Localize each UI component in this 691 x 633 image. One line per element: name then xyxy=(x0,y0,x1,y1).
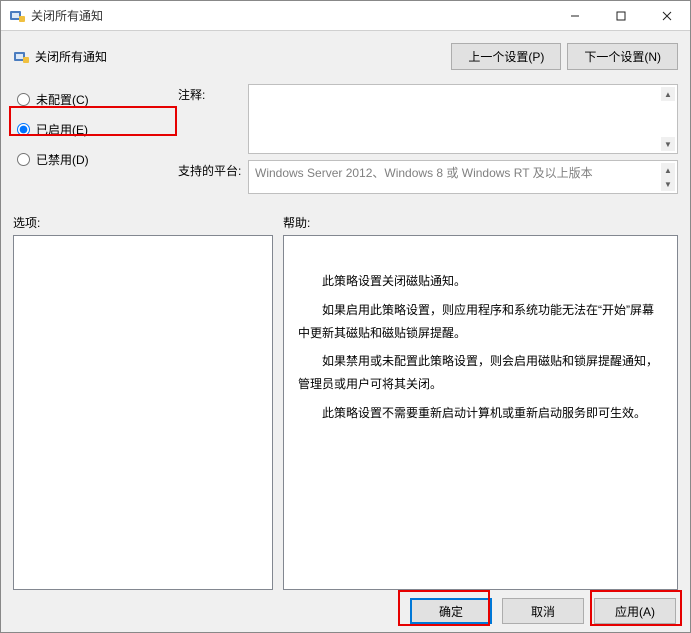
radio-enabled-label: 已启用(E) xyxy=(36,121,88,138)
platform-row: 支持的平台: Windows Server 2012、Windows 8 或 W… xyxy=(178,160,678,194)
dialog-footer: 确定 取消 应用(A) xyxy=(13,590,678,624)
help-box: 此策略设置关闭磁贴通知。 如果启用此策略设置，则应用程序和系统功能无法在“开始”… xyxy=(283,235,678,590)
config-area: 未配置(C) 已启用(E) 已禁用(D) 注释: ▲ xyxy=(13,84,678,200)
scroll-up-icon[interactable]: ▲ xyxy=(661,87,675,101)
comment-label: 注释: xyxy=(178,84,248,103)
platform-value: Windows Server 2012、Windows 8 或 Windows … xyxy=(255,166,593,180)
radio-column: 未配置(C) 已启用(E) 已禁用(D) xyxy=(13,84,178,200)
comment-scrollbar[interactable]: ▲ ▼ xyxy=(661,87,675,151)
maximize-button[interactable] xyxy=(598,1,644,31)
header-row: 关闭所有通知 上一个设置(P) 下一个设置(N) xyxy=(13,43,678,70)
radio-disabled-input[interactable] xyxy=(17,153,30,166)
radio-not-configured-label: 未配置(C) xyxy=(36,91,89,108)
comment-row: 注释: ▲ ▼ xyxy=(178,84,678,154)
cancel-button[interactable]: 取消 xyxy=(502,598,584,624)
radio-enabled[interactable]: 已启用(E) xyxy=(13,114,178,144)
platform-label: 支持的平台: xyxy=(178,160,248,179)
window-controls xyxy=(552,1,690,31)
gpo-dialog-window: 关闭所有通知 关闭所有通知 上一个设置(P) 下一个 xyxy=(0,0,691,633)
minimize-button[interactable] xyxy=(552,1,598,31)
options-label: 选项: xyxy=(13,214,273,231)
options-box xyxy=(13,235,273,590)
radio-disabled[interactable]: 已禁用(D) xyxy=(13,144,178,174)
platform-textbox: Windows Server 2012、Windows 8 或 Windows … xyxy=(248,160,678,194)
dialog-content: 关闭所有通知 上一个设置(P) 下一个设置(N) 未配置(C) 已启用(E) 已… xyxy=(1,31,690,632)
window-title: 关闭所有通知 xyxy=(31,7,552,24)
close-button[interactable] xyxy=(644,1,690,31)
comment-textbox[interactable]: ▲ ▼ xyxy=(248,84,678,154)
radio-not-configured-input[interactable] xyxy=(17,93,30,106)
help-column: 帮助: 此策略设置关闭磁贴通知。 如果启用此策略设置，则应用程序和系统功能无法在… xyxy=(283,214,678,590)
previous-setting-button[interactable]: 上一个设置(P) xyxy=(451,43,561,70)
help-paragraph: 如果禁用或未配置此策略设置，则会启用磁贴和锁屏提醒通知，管理员或用户可将其关闭。 xyxy=(298,350,663,396)
app-icon xyxy=(9,8,25,24)
policy-icon xyxy=(13,49,29,65)
help-paragraph: 此策略设置不需要重新启动计算机或重新启动服务即可生效。 xyxy=(298,402,663,425)
scroll-up-icon[interactable]: ▲ xyxy=(661,163,675,177)
help-paragraph: 此策略设置关闭磁贴通知。 xyxy=(298,270,663,293)
radio-disabled-label: 已禁用(D) xyxy=(36,151,89,168)
scroll-down-icon[interactable]: ▼ xyxy=(661,137,675,151)
radio-enabled-input[interactable] xyxy=(17,123,30,136)
help-paragraph: 如果启用此策略设置，则应用程序和系统功能无法在“开始”屏幕中更新其磁贴和磁贴锁屏… xyxy=(298,299,663,345)
next-setting-button[interactable]: 下一个设置(N) xyxy=(567,43,678,70)
titlebar: 关闭所有通知 xyxy=(1,1,690,31)
platform-scrollbar[interactable]: ▲ ▼ xyxy=(661,163,675,191)
ok-button[interactable]: 确定 xyxy=(410,598,492,624)
policy-title: 关闭所有通知 xyxy=(35,48,445,65)
options-column: 选项: xyxy=(13,214,273,590)
panels-area: 选项: 帮助: 此策略设置关闭磁贴通知。 如果启用此策略设置，则应用程序和系统功… xyxy=(13,214,678,590)
scroll-down-icon[interactable]: ▼ xyxy=(661,177,675,191)
help-label: 帮助: xyxy=(283,214,678,231)
apply-button[interactable]: 应用(A) xyxy=(594,598,676,624)
radio-not-configured[interactable]: 未配置(C) xyxy=(13,84,178,114)
info-column: 注释: ▲ ▼ 支持的平台: Windows Server 2012、Windo… xyxy=(178,84,678,200)
